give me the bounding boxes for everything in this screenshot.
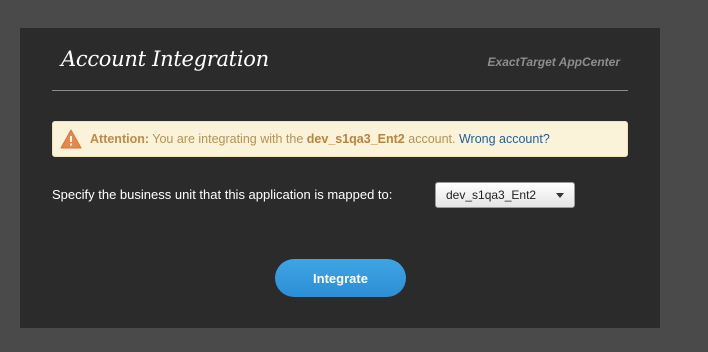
alert-message: Attention: You are integrating with the …: [90, 132, 550, 146]
integrate-button[interactable]: Integrate: [275, 259, 406, 297]
business-unit-select[interactable]: dev_s1qa3_Ent2: [435, 182, 575, 208]
warning-icon: [60, 129, 82, 149]
brand-label: ExactTarget AppCenter: [487, 55, 620, 69]
attention-alert: Attention: You are integrating with the …: [52, 121, 628, 157]
chevron-down-icon: [556, 193, 564, 198]
panel-header: Account Integration ExactTarget AppCente…: [52, 28, 628, 91]
business-unit-label: Specify the business unit that this appl…: [52, 187, 393, 202]
alert-account-name: dev_s1qa3_Ent2: [306, 132, 405, 146]
alert-label: Attention:: [90, 132, 150, 146]
alert-text-before: You are integrating with the: [149, 132, 307, 146]
page-title: Account Integration: [61, 47, 269, 71]
wrong-account-link[interactable]: Wrong account?: [459, 132, 550, 146]
alert-text-after: account.: [404, 132, 459, 146]
integration-panel: Account Integration ExactTarget AppCente…: [20, 28, 660, 328]
business-unit-selected-value: dev_s1qa3_Ent2: [446, 188, 537, 202]
